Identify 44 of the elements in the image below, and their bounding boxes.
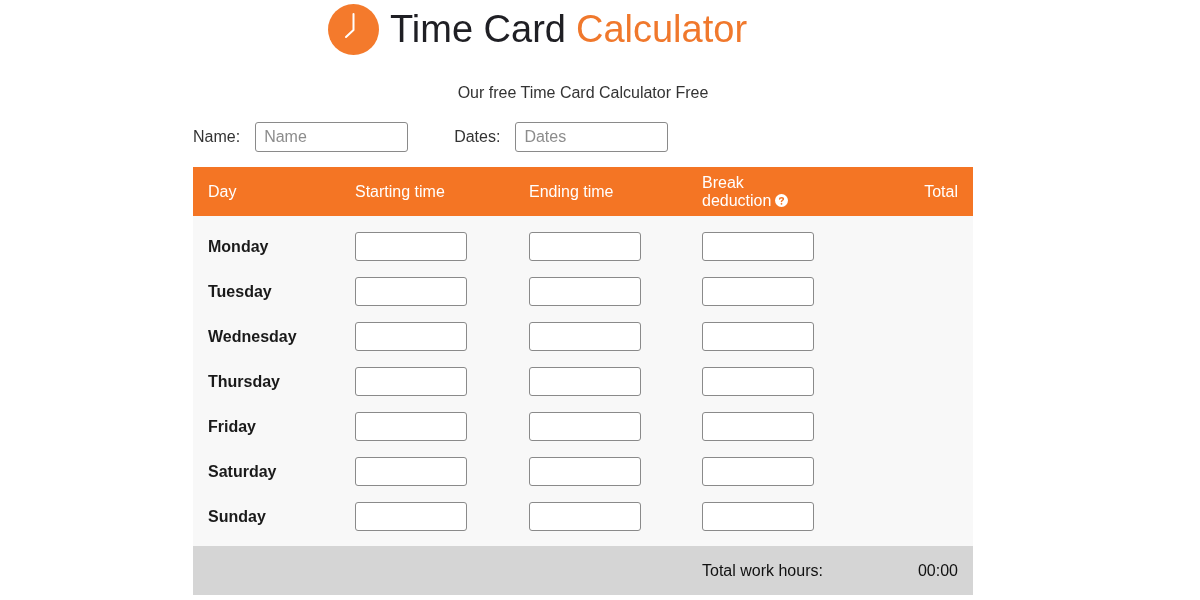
- total-hours-label: Total work hours:: [702, 561, 823, 580]
- text-input[interactable]: Name: [255, 122, 409, 152]
- time-input[interactable]: [529, 412, 641, 441]
- time-input[interactable]: [355, 412, 467, 441]
- day-label: Friday: [208, 417, 256, 436]
- logo-accent-text: Calculator: [575, 10, 748, 48]
- time-input[interactable]: [355, 232, 467, 261]
- help-icon[interactable]: [775, 193, 789, 207]
- time-input[interactable]: [702, 457, 814, 486]
- column-header: Total: [924, 182, 958, 200]
- time-input[interactable]: [529, 367, 641, 396]
- time-input[interactable]: [702, 367, 814, 396]
- day-label: Sunday: [208, 507, 266, 526]
- time-input[interactable]: [702, 322, 814, 351]
- time-input[interactable]: [529, 502, 641, 531]
- day-label: Tuesday: [208, 282, 272, 301]
- column-header: Break deduction: [702, 173, 772, 209]
- time-input[interactable]: [355, 367, 467, 396]
- column-header: Day: [208, 182, 237, 200]
- time-input[interactable]: [355, 322, 467, 351]
- time-input[interactable]: [529, 277, 641, 306]
- day-label: Thursday: [208, 372, 280, 391]
- column-header: Ending time: [529, 182, 614, 200]
- time-input[interactable]: [702, 232, 814, 261]
- field-label: Dates:: [454, 128, 501, 146]
- clock-icon: [328, 3, 379, 55]
- day-label: Wednesday: [208, 327, 297, 346]
- day-label: Saturday: [208, 462, 277, 481]
- time-input[interactable]: [702, 277, 814, 306]
- logo-title-text: Time Card: [390, 10, 566, 48]
- time-input[interactable]: [355, 277, 467, 306]
- day-label: Monday: [208, 237, 269, 256]
- time-input[interactable]: [529, 322, 641, 351]
- text-input[interactable]: Dates: [515, 122, 669, 152]
- time-input[interactable]: [355, 502, 467, 531]
- time-input[interactable]: [702, 412, 814, 441]
- time-input[interactable]: [355, 457, 467, 486]
- column-header: Starting time: [355, 182, 445, 200]
- time-input[interactable]: [529, 232, 641, 261]
- time-input[interactable]: [529, 457, 641, 486]
- field-label: Name:: [193, 128, 241, 146]
- total-hours-value: 00:00: [917, 561, 958, 580]
- subtitle-text: Our free Time Card Calculator Free: [456, 83, 710, 103]
- time-input[interactable]: [702, 502, 814, 531]
